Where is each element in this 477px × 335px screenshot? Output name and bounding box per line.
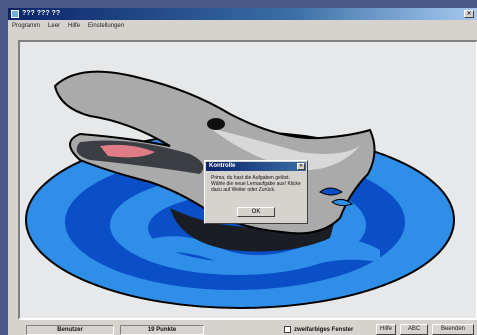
menu-einstellungen[interactable]: Einstellungen <box>88 21 124 31</box>
dialog-ok-button[interactable]: OK <box>237 207 275 217</box>
dialog-title-bar[interactable]: Kontrolle ✕ <box>206 162 306 171</box>
help-button[interactable]: Hilfe <box>376 324 396 335</box>
window-title: ??? ??? ?? <box>22 10 61 17</box>
status-bar: Benutzer 19 Punkte zweifarbiges Fenster … <box>8 323 477 335</box>
status-user: Benutzer <box>26 325 114 335</box>
end-button[interactable]: Beenden <box>432 324 474 335</box>
menu-leer[interactable]: Leer <box>48 21 60 31</box>
status-points: 19 Punkte <box>120 325 204 335</box>
title-bar[interactable]: ??? ??? ?? ✕ <box>8 8 477 20</box>
close-window-button[interactable]: ✕ <box>464 10 474 18</box>
dialog-title: Kontrolle <box>209 163 236 169</box>
menu-hilfe[interactable]: Hilfe <box>68 21 80 31</box>
app-window: ??? ??? ?? ✕ Programm Leer Hilfe Einstel… <box>8 8 477 335</box>
dialog-close-button[interactable]: ✕ <box>297 163 305 170</box>
info-dialog: Kontrolle ✕ Prima, du hast die Aufgaben … <box>204 160 308 224</box>
checkbox-label: zweifarbiges Fenster <box>294 327 354 333</box>
two-color-window-checkbox[interactable] <box>284 326 291 333</box>
dialog-message: Prima, du hast die Aufgaben gelöst. Wähl… <box>211 175 301 193</box>
abc-button[interactable]: ABC <box>400 324 428 335</box>
app-icon <box>11 10 19 18</box>
menu-programm[interactable]: Programm <box>12 21 40 31</box>
menu-bar: Programm Leer Hilfe Einstellungen <box>8 21 477 31</box>
dolphin-eye <box>207 118 225 130</box>
desktop-top-border <box>0 0 477 8</box>
desktop-left-border <box>0 0 8 335</box>
